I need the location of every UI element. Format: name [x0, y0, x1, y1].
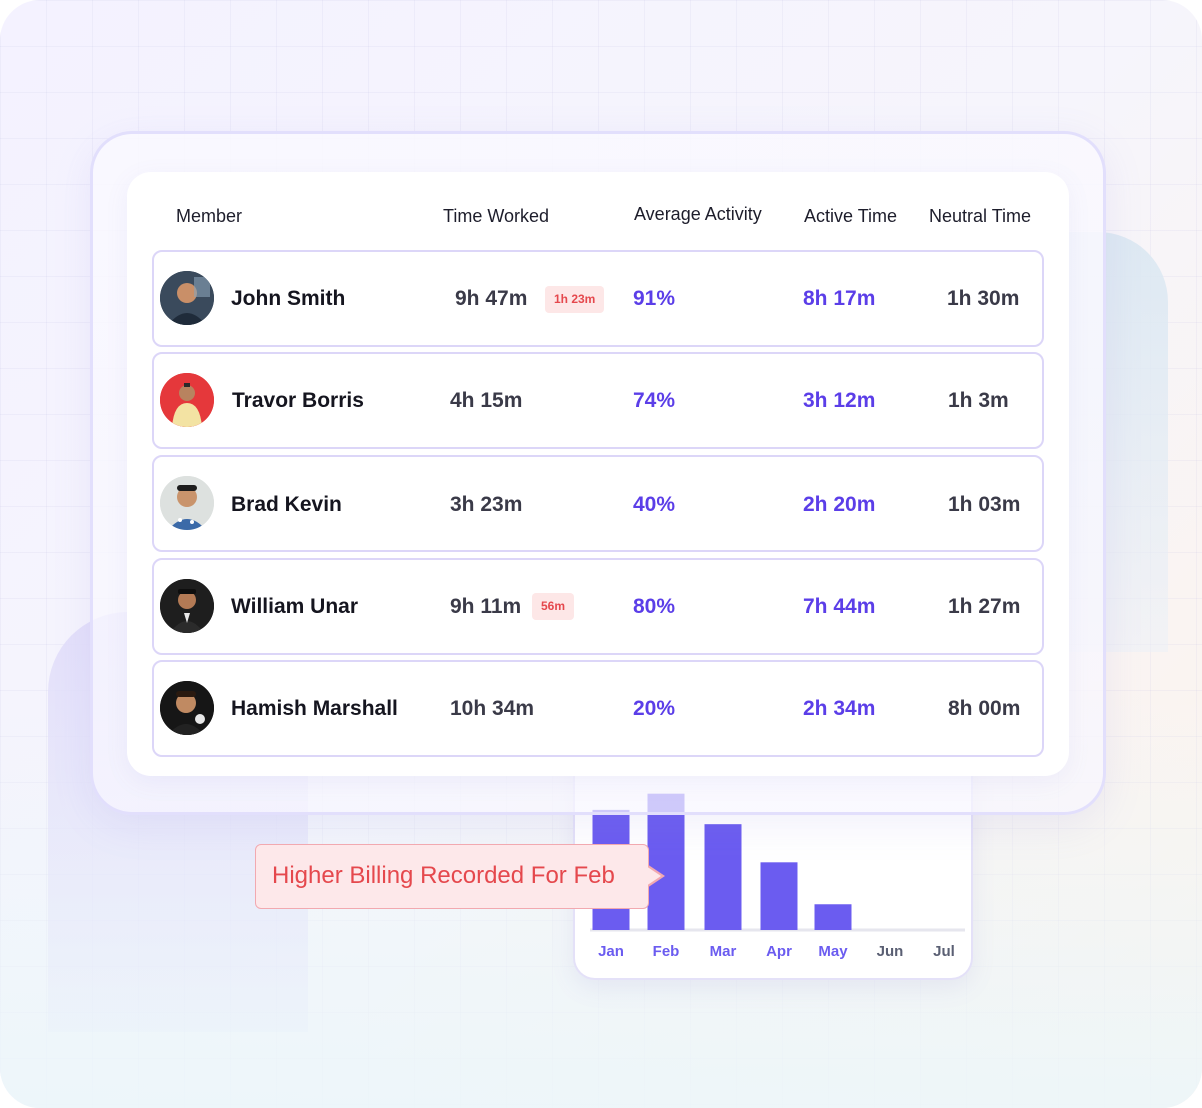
active-time: 2h 20m: [803, 493, 876, 516]
neutral-time: 1h 30m: [947, 287, 1020, 310]
chart-tick-label-jul: Jul: [933, 943, 955, 960]
active-time: 3h 12m: [803, 389, 876, 412]
header-time-worked: Time Worked: [443, 206, 550, 226]
billing-tooltip: Higher Billing Recorded For Feb: [255, 844, 649, 909]
chart-tick-label-feb: Feb: [653, 943, 680, 960]
chart-tick-label-mar: Mar: [710, 943, 737, 960]
time-worked: 3h 23m: [450, 493, 523, 516]
chart-tick-label-may: May: [818, 943, 848, 960]
neutral-time: 1h 3m: [948, 389, 1009, 412]
member-name: Brad Kevin: [231, 493, 342, 516]
time-worked: 10h 34m: [450, 697, 535, 720]
chart-bar-apr[interactable]: [760, 862, 798, 930]
member-name: Travor Borris: [232, 389, 364, 412]
member-name: William Unar: [231, 595, 359, 618]
average-activity: 80%: [633, 595, 676, 618]
average-activity: 91%: [633, 287, 676, 310]
active-time: 7h 44m: [803, 595, 876, 618]
chart-tick-label-jun: Jun: [877, 943, 904, 960]
time-worked: 9h 11m: [450, 595, 522, 618]
chart-bar-may[interactable]: [814, 904, 852, 930]
header-active-time: Active Time: [804, 206, 898, 226]
chart-tick-label-jan: Jan: [598, 943, 624, 960]
overtime-badge: 56m: [532, 593, 575, 620]
avatar: [160, 373, 214, 427]
member-name: Hamish Marshall: [231, 697, 398, 720]
active-time: 8h 17m: [803, 287, 876, 310]
average-activity: 74%: [633, 389, 676, 412]
neutral-time: 8h 00m: [948, 697, 1021, 720]
header-neutral-time: Neutral Time: [929, 206, 1032, 226]
neutral-time: 1h 27m: [948, 595, 1021, 618]
average-activity: 20%: [633, 697, 676, 720]
chart-tick-label-apr: Apr: [766, 943, 792, 960]
member-name: John Smith: [231, 287, 346, 310]
time-worked: 4h 15m: [450, 389, 523, 412]
avatar: [160, 681, 214, 735]
header-member: Member: [176, 206, 243, 226]
average-activity: 40%: [633, 493, 676, 516]
time-worked: 9h 47m: [455, 287, 528, 310]
avatar: [160, 476, 214, 530]
active-time: 2h 34m: [803, 697, 876, 720]
overtime-badge: 1h 23m: [545, 286, 605, 313]
tooltip-arrow-fill: [646, 866, 661, 886]
chart-bar-mar[interactable]: [704, 824, 742, 930]
avatar: [160, 271, 214, 325]
neutral-time: 1h 03m: [948, 493, 1021, 516]
header-average-activity: Average Activity: [634, 204, 762, 224]
avatar: [160, 579, 214, 633]
